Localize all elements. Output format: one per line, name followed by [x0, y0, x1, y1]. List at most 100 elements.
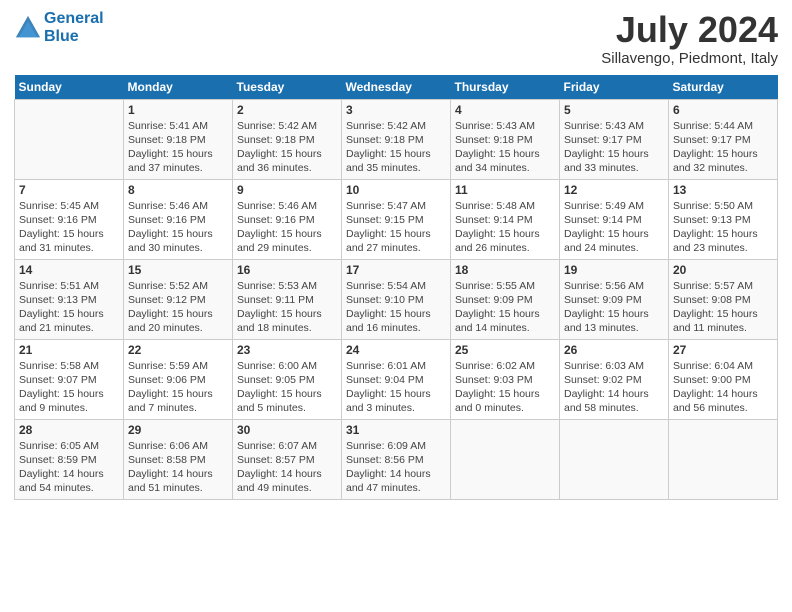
cell-date: 16 — [237, 263, 337, 277]
cell-date: 28 — [19, 423, 119, 437]
calendar-cell — [560, 419, 669, 499]
cell-info: Sunrise: 5:46 AM Sunset: 9:16 PM Dayligh… — [237, 199, 337, 256]
calendar-cell: 6Sunrise: 5:44 AM Sunset: 9:17 PM Daylig… — [669, 99, 778, 179]
cell-info: Sunrise: 5:45 AM Sunset: 9:16 PM Dayligh… — [19, 199, 119, 256]
calendar-cell: 14 Sunrise: 5:51 AM Sunset: 9:13 PM Dayli… — [15, 259, 124, 339]
cell-info: Sunrise: 6:04 AM Sunset: 9:00 PM Dayligh… — [673, 359, 773, 416]
calendar-cell: 10 Sunrise: 5:47 AM Sunset: 9:15 PM Dayli… — [342, 179, 451, 259]
cell-info: Sunrise: 5:50 AM Sunset: 9:13 PM Dayligh… — [673, 199, 773, 256]
calendar-week-4: 21 Sunrise: 5:58 AM Sunset: 9:07 PM Dayli… — [15, 339, 778, 419]
cell-date: 23 — [237, 343, 337, 357]
calendar-cell: 19 Sunrise: 5:56 AM Sunset: 9:09 PM Dayli… — [560, 259, 669, 339]
calendar-cell: 29 Sunrise: 6:06 AM Sunset: 8:58 PM Dayli… — [124, 419, 233, 499]
cell-info: Sunrise: 5:42 AM Sunset: 9:18 PM Dayligh… — [237, 119, 337, 176]
calendar-cell: 11 Sunrise: 5:48 AM Sunset: 9:14 PM Dayli… — [451, 179, 560, 259]
cell-date: 26 — [564, 343, 664, 357]
cell-date: 29 — [128, 423, 228, 437]
cell-date: 17 — [346, 263, 446, 277]
cell-date: 4 — [455, 103, 555, 117]
cell-date: 31 — [346, 423, 446, 437]
calendar-cell: 12 Sunrise: 5:49 AM Sunset: 9:14 PM Dayli… — [560, 179, 669, 259]
calendar-week-5: 28 Sunrise: 6:05 AM Sunset: 8:59 PM Dayli… — [15, 419, 778, 499]
cell-date: 13 — [673, 183, 773, 197]
calendar-week-3: 14 Sunrise: 5:51 AM Sunset: 9:13 PM Dayli… — [15, 259, 778, 339]
cell-date: 22 — [128, 343, 228, 357]
calendar-cell: 13 Sunrise: 5:50 AM Sunset: 9:13 PM Dayli… — [669, 179, 778, 259]
cell-date: 20 — [673, 263, 773, 277]
calendar-cell: 18Sunrise: 5:55 AM Sunset: 9:09 PM Dayli… — [451, 259, 560, 339]
cell-info: Sunrise: 5:43 AM Sunset: 9:18 PM Dayligh… — [455, 119, 555, 176]
cell-info: Sunrise: 6:01 AM Sunset: 9:04 PM Dayligh… — [346, 359, 446, 416]
day-header-friday: Friday — [560, 75, 669, 100]
cell-date: 27 — [673, 343, 773, 357]
cell-date: 14 — [19, 263, 119, 277]
day-header-saturday: Saturday — [669, 75, 778, 100]
logo: General Blue — [14, 10, 104, 45]
cell-date: 8 — [128, 183, 228, 197]
logo-icon — [14, 14, 42, 42]
cell-info: Sunrise: 5:52 AM Sunset: 9:12 PM Dayligh… — [128, 279, 228, 336]
calendar-cell: 28 Sunrise: 6:05 AM Sunset: 8:59 PM Dayli… — [15, 419, 124, 499]
calendar-cell: 22 Sunrise: 5:59 AM Sunset: 9:06 PM Dayli… — [124, 339, 233, 419]
cell-date: 10 — [346, 183, 446, 197]
calendar-header-row: SundayMondayTuesdayWednesdayThursdayFrid… — [15, 75, 778, 100]
cell-info: Sunrise: 5:57 AM Sunset: 9:08 PM Dayligh… — [673, 279, 773, 336]
cell-info: Sunrise: 5:47 AM Sunset: 9:15 PM Dayligh… — [346, 199, 446, 256]
cell-info: Sunrise: 5:54 AM Sunset: 9:10 PM Dayligh… — [346, 279, 446, 336]
cell-info: Sunrise: 6:00 AM Sunset: 9:05 PM Dayligh… — [237, 359, 337, 416]
calendar-cell — [669, 419, 778, 499]
cell-date: 30 — [237, 423, 337, 437]
cell-date: 25 — [455, 343, 555, 357]
cell-date: 12 — [564, 183, 664, 197]
calendar-week-1: 1Sunrise: 5:41 AM Sunset: 9:18 PM Daylig… — [15, 99, 778, 179]
cell-info: Sunrise: 6:06 AM Sunset: 8:58 PM Dayligh… — [128, 439, 228, 496]
cell-date: 5 — [564, 103, 664, 117]
cell-date: 15 — [128, 263, 228, 277]
calendar-cell: 16 Sunrise: 5:53 AM Sunset: 9:11 PM Dayli… — [233, 259, 342, 339]
cell-info: Sunrise: 6:07 AM Sunset: 8:57 PM Dayligh… — [237, 439, 337, 496]
cell-info: Sunrise: 5:55 AM Sunset: 9:09 PM Dayligh… — [455, 279, 555, 336]
cell-date: 3 — [346, 103, 446, 117]
main-container: General Blue July 2024 Sillavengo, Piedm… — [0, 0, 792, 510]
calendar-cell: 5Sunrise: 5:43 AM Sunset: 9:17 PM Daylig… — [560, 99, 669, 179]
cell-date: 11 — [455, 183, 555, 197]
cell-info: Sunrise: 6:05 AM Sunset: 8:59 PM Dayligh… — [19, 439, 119, 496]
cell-info: Sunrise: 5:46 AM Sunset: 9:16 PM Dayligh… — [128, 199, 228, 256]
cell-info: Sunrise: 5:48 AM Sunset: 9:14 PM Dayligh… — [455, 199, 555, 256]
cell-date: 24 — [346, 343, 446, 357]
calendar-cell: 25Sunrise: 6:02 AM Sunset: 9:03 PM Dayli… — [451, 339, 560, 419]
cell-info: Sunrise: 6:03 AM Sunset: 9:02 PM Dayligh… — [564, 359, 664, 416]
cell-date: 19 — [564, 263, 664, 277]
calendar-cell — [15, 99, 124, 179]
cell-info: Sunrise: 5:56 AM Sunset: 9:09 PM Dayligh… — [564, 279, 664, 336]
cell-date: 7 — [19, 183, 119, 197]
calendar-cell: 7 Sunrise: 5:45 AM Sunset: 9:16 PM Daylig… — [15, 179, 124, 259]
calendar-title: July 2024 — [601, 10, 778, 50]
calendar-cell: 27 Sunrise: 6:04 AM Sunset: 9:00 PM Dayli… — [669, 339, 778, 419]
calendar-table: SundayMondayTuesdayWednesdayThursdayFrid… — [14, 75, 778, 500]
calendar-cell: 21 Sunrise: 5:58 AM Sunset: 9:07 PM Dayli… — [15, 339, 124, 419]
calendar-cell: 3Sunrise: 5:42 AM Sunset: 9:18 PM Daylig… — [342, 99, 451, 179]
cell-info: Sunrise: 5:51 AM Sunset: 9:13 PM Dayligh… — [19, 279, 119, 336]
calendar-cell: 23 Sunrise: 6:00 AM Sunset: 9:05 PM Dayli… — [233, 339, 342, 419]
calendar-cell: 30 Sunrise: 6:07 AM Sunset: 8:57 PM Dayli… — [233, 419, 342, 499]
calendar-cell: 26 Sunrise: 6:03 AM Sunset: 9:02 PM Dayli… — [560, 339, 669, 419]
cell-info: Sunrise: 5:44 AM Sunset: 9:17 PM Dayligh… — [673, 119, 773, 176]
calendar-cell — [451, 419, 560, 499]
calendar-cell: 8 Sunrise: 5:46 AM Sunset: 9:16 PM Daylig… — [124, 179, 233, 259]
calendar-cell: 9Sunrise: 5:46 AM Sunset: 9:16 PM Daylig… — [233, 179, 342, 259]
cell-info: Sunrise: 6:09 AM Sunset: 8:56 PM Dayligh… — [346, 439, 446, 496]
cell-date: 2 — [237, 103, 337, 117]
day-header-thursday: Thursday — [451, 75, 560, 100]
cell-info: Sunrise: 5:53 AM Sunset: 9:11 PM Dayligh… — [237, 279, 337, 336]
day-header-tuesday: Tuesday — [233, 75, 342, 100]
cell-info: Sunrise: 5:58 AM Sunset: 9:07 PM Dayligh… — [19, 359, 119, 416]
cell-info: Sunrise: 5:59 AM Sunset: 9:06 PM Dayligh… — [128, 359, 228, 416]
cell-date: 21 — [19, 343, 119, 357]
day-header-wednesday: Wednesday — [342, 75, 451, 100]
calendar-cell: 15 Sunrise: 5:52 AM Sunset: 9:12 PM Dayli… — [124, 259, 233, 339]
cell-info: Sunrise: 5:49 AM Sunset: 9:14 PM Dayligh… — [564, 199, 664, 256]
calendar-cell: 2 Sunrise: 5:42 AM Sunset: 9:18 PM Daylig… — [233, 99, 342, 179]
calendar-cell: 1Sunrise: 5:41 AM Sunset: 9:18 PM Daylig… — [124, 99, 233, 179]
title-block: July 2024 Sillavengo, Piedmont, Italy — [601, 10, 778, 67]
